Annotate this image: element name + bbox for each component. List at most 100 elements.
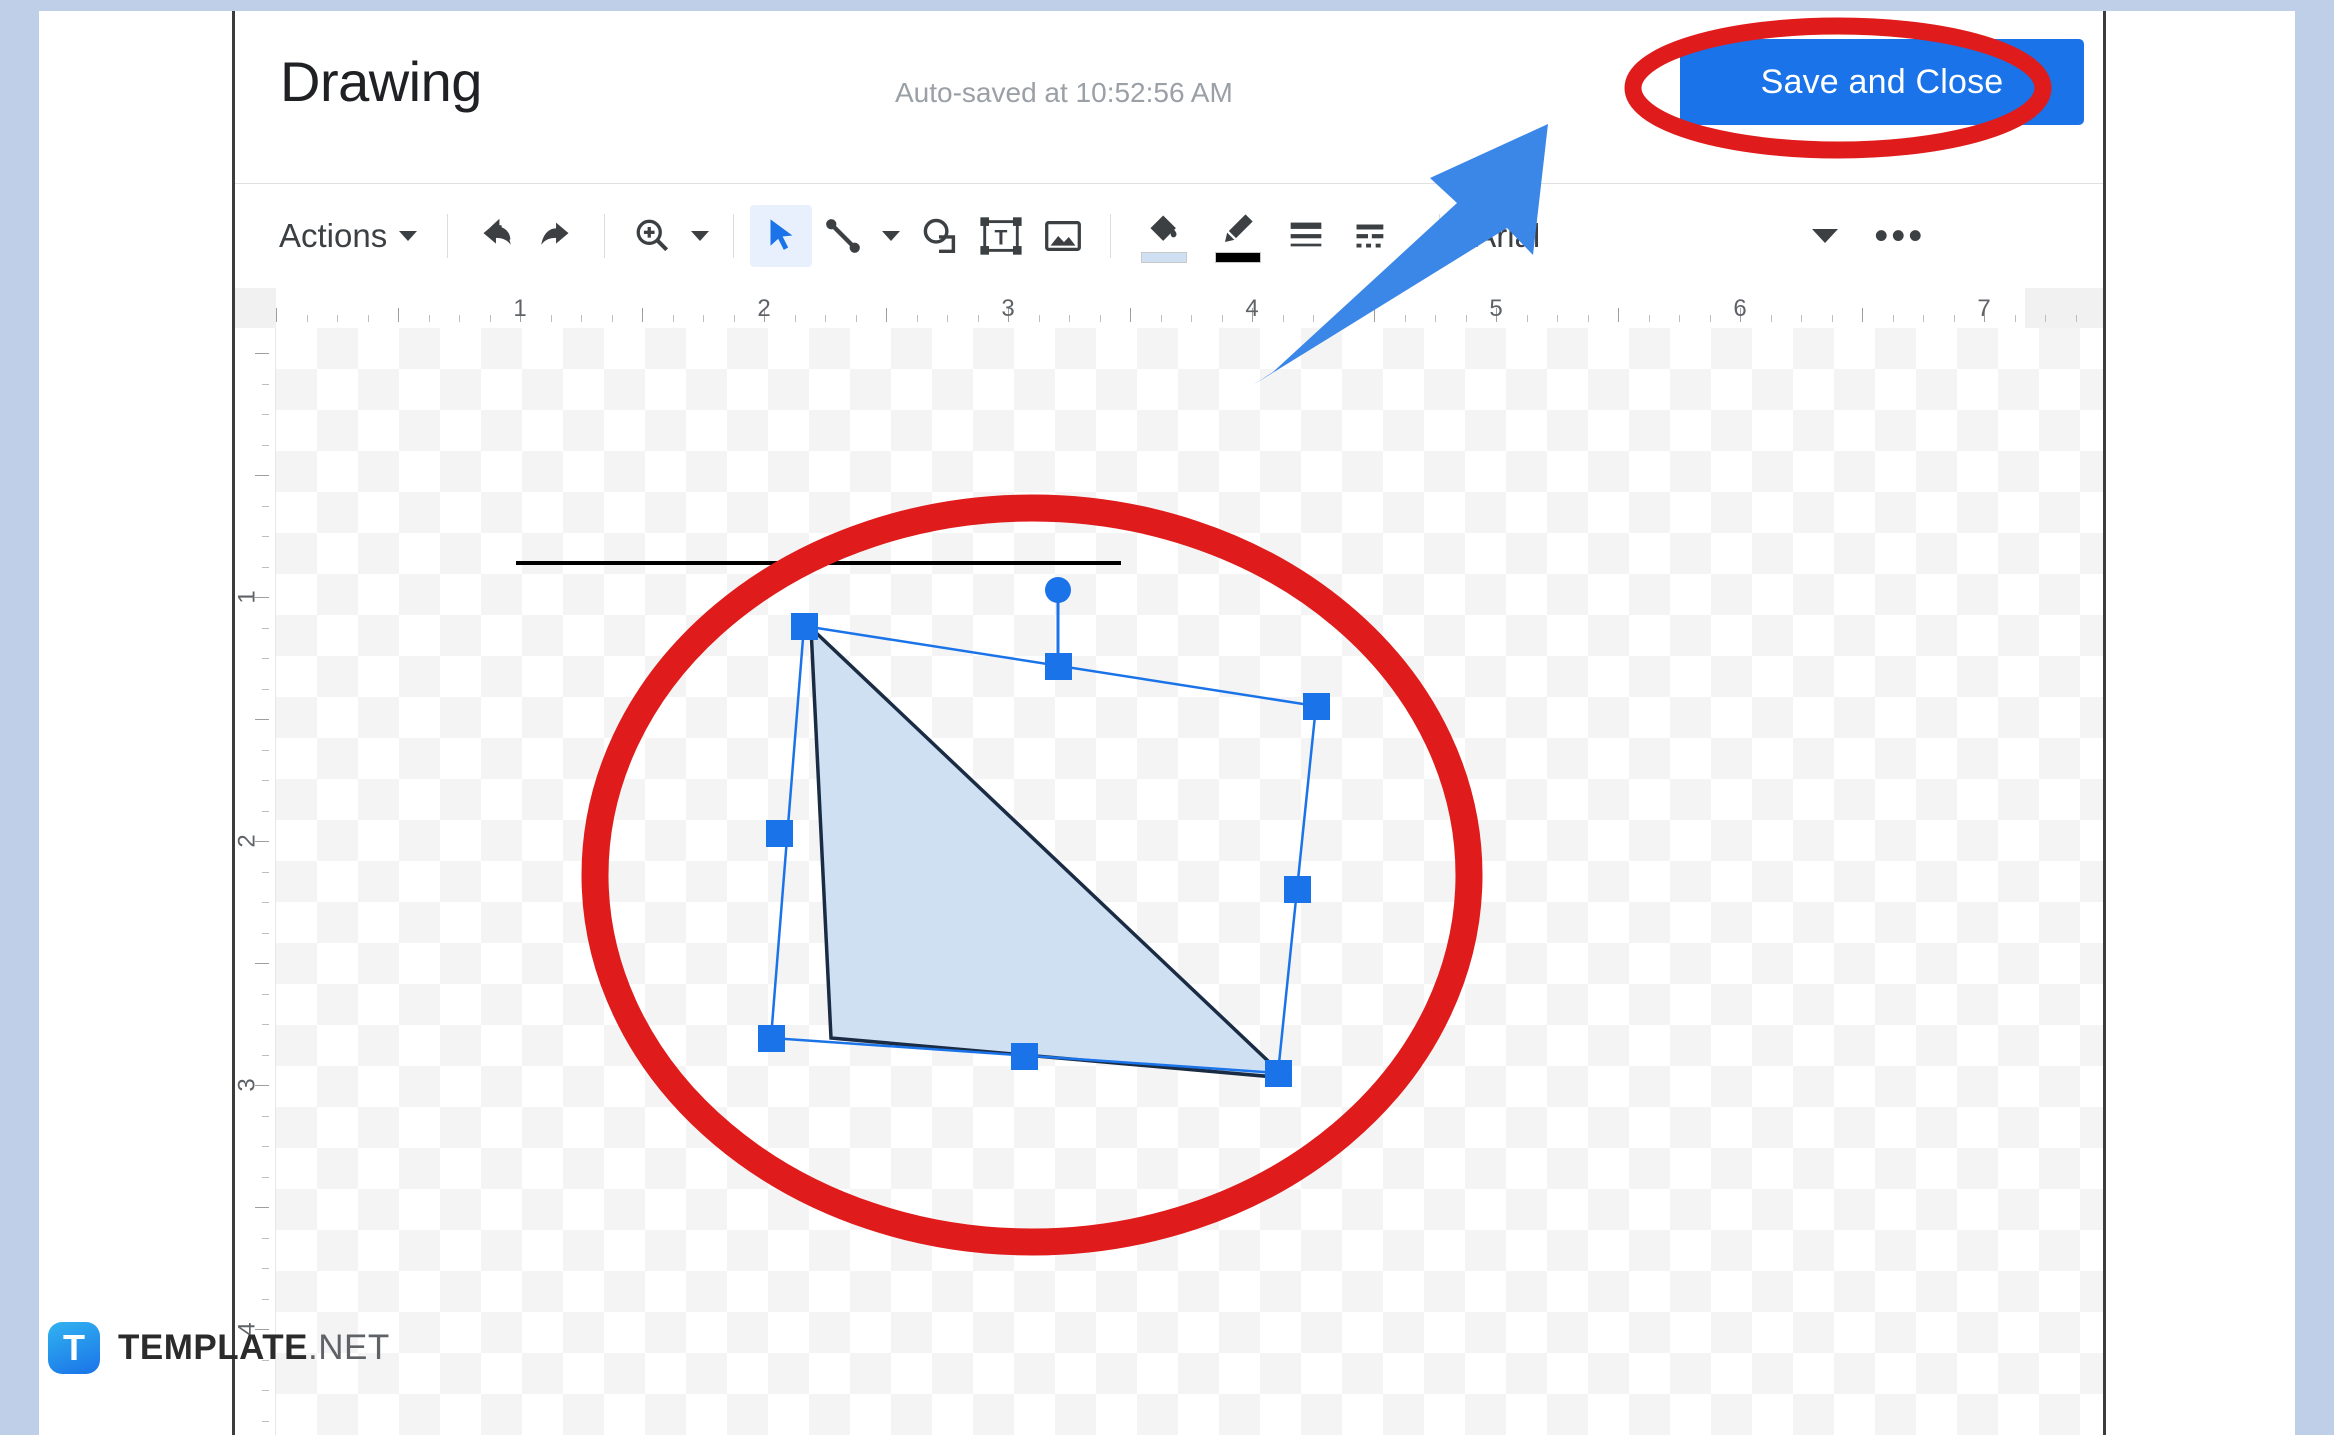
- line-tool-button[interactable]: [812, 205, 874, 267]
- fill-color-icon: [1144, 209, 1184, 249]
- ruler-tick: [262, 1024, 269, 1025]
- ruler-tick: [855, 315, 857, 322]
- ruler-tick: [1435, 315, 1436, 322]
- page-title: Drawing: [280, 50, 482, 113]
- image-tool-button[interactable]: [1032, 205, 1094, 267]
- font-name-selector[interactable]: Arial: [1456, 205, 1742, 267]
- ruler-tick: [642, 308, 643, 322]
- toolbar-divider: [733, 214, 735, 258]
- ruler-tick: [262, 810, 269, 812]
- watermark-tld: .NET: [308, 1328, 390, 1367]
- ruler-tick: [550, 315, 552, 322]
- ruler-tick: [276, 308, 277, 322]
- border-weight-button[interactable]: [1275, 205, 1337, 267]
- watermark-label: TEMPLATE.NET: [118, 1328, 390, 1368]
- select-cursor-icon: [760, 215, 802, 257]
- ruler-tick: [262, 902, 269, 903]
- ruler-number: 4: [1245, 295, 1259, 322]
- zoom-in-icon: [630, 214, 674, 258]
- ruler-tick: [398, 308, 399, 322]
- ruler-tick: [262, 1390, 269, 1391]
- redo-button[interactable]: [526, 205, 588, 267]
- ruler-tick: [1557, 315, 1558, 322]
- border-color-icon: [1218, 209, 1258, 249]
- ruler-tick: [262, 932, 269, 934]
- text-box-tool-button[interactable]: T: [970, 205, 1032, 267]
- ruler-tick: [1831, 315, 1833, 322]
- ruler-tick: [1709, 315, 1711, 322]
- chevron-down-icon[interactable]: [1812, 229, 1839, 243]
- fill-color-swatch: [1141, 252, 1188, 263]
- ruler-tick: [255, 475, 269, 476]
- ruler-tick: [947, 315, 948, 322]
- actions-menu-button[interactable]: Actions: [265, 205, 431, 267]
- zoom-dropdown-button[interactable]: [683, 205, 717, 267]
- ruler-gutter-right: [2025, 288, 2103, 328]
- ruler-tick: [1404, 315, 1406, 322]
- ruler-tick: [2075, 315, 2077, 322]
- svg-text:T: T: [995, 227, 1008, 250]
- ruler-tick: [1862, 308, 1863, 322]
- toolbar-divider: [447, 214, 449, 258]
- ruler-tick: [262, 383, 269, 385]
- ruler-tick: [262, 444, 269, 446]
- redo-icon: [534, 213, 580, 259]
- ruler-tick: [672, 315, 674, 322]
- ruler-number: 6: [1733, 295, 1747, 322]
- save-and-close-button[interactable]: Save and Close: [1680, 39, 2084, 125]
- toolbar-divider: [1439, 214, 1441, 258]
- ruler-tick: [262, 536, 269, 537]
- template-logo-icon: T: [48, 1322, 100, 1374]
- undo-button[interactable]: [464, 205, 526, 267]
- ruler-tick: [1313, 315, 1314, 322]
- ruler-tick: [1679, 315, 1680, 322]
- ruler-number: 3: [1001, 295, 1015, 322]
- ruler-tick: [1587, 315, 1589, 322]
- drawing-canvas[interactable]: This is a sample text. This is a sample …: [276, 328, 2103, 1435]
- ruler-tick: [1770, 315, 1772, 322]
- fill-color-button[interactable]: [1127, 205, 1201, 267]
- border-dash-button[interactable]: [1337, 205, 1399, 267]
- ruler-tick: [611, 315, 613, 322]
- more-options-button[interactable]: •••: [1874, 216, 1925, 256]
- select-tool-button[interactable]: [750, 205, 813, 267]
- ruler-tick: [1526, 315, 1528, 322]
- shape-tool-button[interactable]: [908, 205, 970, 267]
- ruler-tick: [1953, 315, 1955, 322]
- ruler-number: 1: [513, 295, 527, 322]
- ruler-tick: [489, 315, 491, 322]
- ruler-tick: [255, 963, 269, 964]
- ruler-tick: [733, 315, 735, 322]
- drawing-dialog: Drawing Auto-saved at 10:52:56 AM Save a…: [235, 11, 2103, 1435]
- ruler-tick: [262, 1115, 269, 1117]
- ruler-tick: [262, 505, 269, 507]
- zoom-button[interactable]: [621, 205, 683, 267]
- ruler-tick: [262, 749, 269, 751]
- ruler-tick: [703, 315, 704, 322]
- border-color-button[interactable]: [1201, 205, 1275, 267]
- ruler-tick: [262, 871, 269, 873]
- ruler-tick: [1618, 308, 1619, 322]
- chevron-down-icon: [882, 231, 901, 241]
- ruler-gutter-left: [235, 288, 276, 328]
- ruler-number: 2: [235, 834, 261, 848]
- line-dropdown-button[interactable]: [874, 205, 908, 267]
- ruler-number: 1: [235, 590, 261, 604]
- chevron-down-icon: [399, 231, 418, 241]
- ruler-tick: [262, 1176, 269, 1178]
- ruler-number: 7: [1977, 295, 1991, 322]
- ruler-tick: [262, 414, 269, 415]
- horizontal-ruler[interactable]: 1 2 3 4 5 6 7: [235, 288, 2103, 329]
- vertical-ruler[interactable]: 1234: [235, 328, 276, 1435]
- ruler-tick: [262, 1054, 269, 1056]
- ruler-tick: [255, 719, 269, 720]
- ruler-number: 2: [757, 295, 771, 322]
- ruler-tick: [337, 315, 338, 322]
- ruler-tick: [916, 315, 918, 322]
- ruler-tick: [262, 688, 269, 690]
- ruler-tick: [1465, 315, 1467, 322]
- line-icon: [821, 214, 865, 258]
- drawing-dialog-window: Drawing Auto-saved at 10:52:56 AM Save a…: [39, 11, 2295, 1435]
- ruler-tick: [262, 1146, 269, 1147]
- ruler-tick: [2045, 315, 2046, 322]
